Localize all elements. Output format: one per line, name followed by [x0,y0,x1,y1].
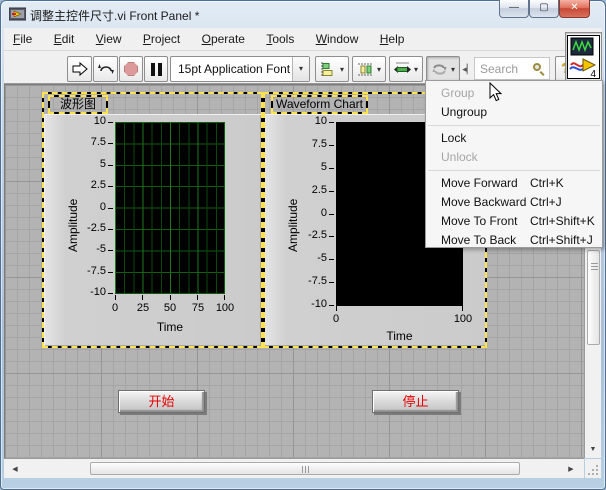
menu-project[interactable]: Project [134,28,189,49]
x-tick: 0 [321,313,351,326]
y-tick: 0 [66,201,106,215]
stop-button[interactable]: 停止 [372,390,459,413]
menu-item-ungroup[interactable]: Ungroup [426,103,602,122]
resize-objects-button[interactable]: ▾ [389,56,423,82]
y-tick: 2.5 [66,179,106,193]
x-axis-label: Time [115,320,225,334]
y-tick: -7.5 [66,265,106,279]
y-tick: -2.5 [66,222,106,236]
window-title: 调整主控件尺寸.vi Front Panel * [30,7,199,24]
menu-item-move-backward[interactable]: Move BackwardCtrl+J [426,193,602,212]
y-tick: 5 [287,161,327,175]
menu-file[interactable]: File [4,28,41,49]
minimize-button[interactable]: — [499,0,529,18]
vi-badge-count: 4 [590,69,596,79]
menu-item-move-to-front[interactable]: Move To FrontCtrl+Shift+K [426,212,602,231]
menu-window[interactable]: Window [307,28,368,49]
y-tick: 2.5 [287,184,327,198]
abort-button[interactable] [119,56,143,82]
run-continuous-button[interactable] [93,56,118,82]
resize-grip[interactable] [585,459,601,478]
chevron-down-icon[interactable]: ▾ [292,57,309,81]
search-collapse-handle[interactable]: ◂▏ [462,59,474,79]
x-tick: 100 [210,302,240,315]
menu-item-unlock: Unlock [426,148,602,167]
scroll-down-icon[interactable]: ▼ [585,446,601,453]
y-tick: -2.5 [287,229,327,243]
chevron-down-icon[interactable]: ▾ [340,65,344,74]
plot-area-waveform-graph[interactable] [115,122,225,294]
y-tick: 7.5 [66,136,106,150]
horizontal-scrollbar-thumb[interactable] [90,462,520,475]
vi-icon[interactable]: 4 [565,32,602,82]
reorder-context-menu: Group Ungroup Lock Unlock Move ForwardCt… [425,80,603,248]
labview-front-panel-window: 调整主控件尺寸.vi Front Panel * — ▢ ✕ File Edit… [0,0,606,490]
menu-edit[interactable]: Edit [45,28,84,49]
resize-objects-icon [394,62,411,77]
y-tick: -10 [287,298,327,312]
app-icon [9,6,26,22]
search-input[interactable]: Search [474,57,550,80]
waveform-chart-label[interactable]: Waveform Chart [271,95,368,114]
y-tick: -10 [66,286,106,300]
menu-item-group: Group [426,84,602,103]
menu-item-move-forward[interactable]: Move ForwardCtrl+K [426,174,602,193]
y-tick: -5 [287,252,327,266]
mouse-cursor [489,82,502,102]
maximize-button[interactable]: ▢ [529,0,559,18]
x-tick: 100 [448,313,478,326]
menu-operate[interactable]: Operate [193,28,254,49]
y-tick: 7.5 [287,138,327,152]
search-placeholder: Search [475,62,533,76]
vertical-scrollbar-thumb[interactable] [587,250,600,345]
y-tick: -7.5 [287,275,327,289]
menu-bar: File Edit View Project Operate Tools Win… [4,28,602,51]
menu-item-move-to-back[interactable]: Move To BackCtrl+Shift+J [426,231,602,250]
menu-tools[interactable]: Tools [257,28,303,49]
menu-separator [428,170,600,171]
y-tick: 10 [66,115,106,129]
run-arrow-icon [72,62,88,76]
start-button[interactable]: 开始 [118,390,205,413]
reorder-objects-button[interactable]: ▾ [426,56,460,82]
pause-icon [151,63,162,76]
x-tick: 50 [155,302,185,315]
align-objects-button[interactable]: ▾ [315,56,349,82]
y-tick: -5 [66,243,106,257]
font-selector[interactable]: 15pt Application Font ▾ [170,56,310,82]
run-button[interactable] [67,56,92,82]
chevron-down-icon[interactable]: ▾ [377,65,381,74]
chevron-down-icon[interactable]: ▾ [451,65,455,74]
y-tick: 0 [287,207,327,221]
x-tick: 25 [128,302,158,315]
x-tick: 75 [183,302,213,315]
close-button[interactable]: ✕ [559,0,590,18]
font-selector-value: 15pt Application Font [171,62,292,76]
menu-separator [428,125,600,126]
menu-help[interactable]: Help [371,28,414,49]
pause-button[interactable] [144,56,168,82]
vi-icon-image: 4 [567,35,600,79]
scroll-right-icon[interactable]: ▶ [566,465,576,473]
title-bar[interactable]: 调整主控件尺寸.vi Front Panel * — ▢ ✕ [0,0,606,28]
stop-octagon-icon [124,62,138,76]
menu-view[interactable]: View [87,28,131,49]
waveform-graph[interactable]: Amplitude 10 7.5 5 2.5 0 -2.5 -5 -7.5 -1… [44,114,261,346]
x-tick: 0 [100,302,130,315]
search-icon[interactable] [533,63,545,75]
chevron-down-icon[interactable]: ▾ [414,65,418,74]
y-tick: 10 [287,115,327,129]
scroll-left-icon[interactable]: ◀ [10,465,20,473]
distribute-objects-icon [357,62,374,77]
waveform-graph-label[interactable]: 波形图 [48,95,108,114]
align-objects-icon [320,62,337,77]
menu-item-lock[interactable]: Lock [426,129,602,148]
continuous-run-icon [98,62,114,76]
horizontal-scrollbar[interactable]: ◀ ▶ [4,458,584,478]
x-axis-label: Time [336,329,463,343]
reorder-icon [431,62,448,77]
y-tick: 5 [66,158,106,172]
distribute-objects-button[interactable]: ▾ [352,56,386,82]
